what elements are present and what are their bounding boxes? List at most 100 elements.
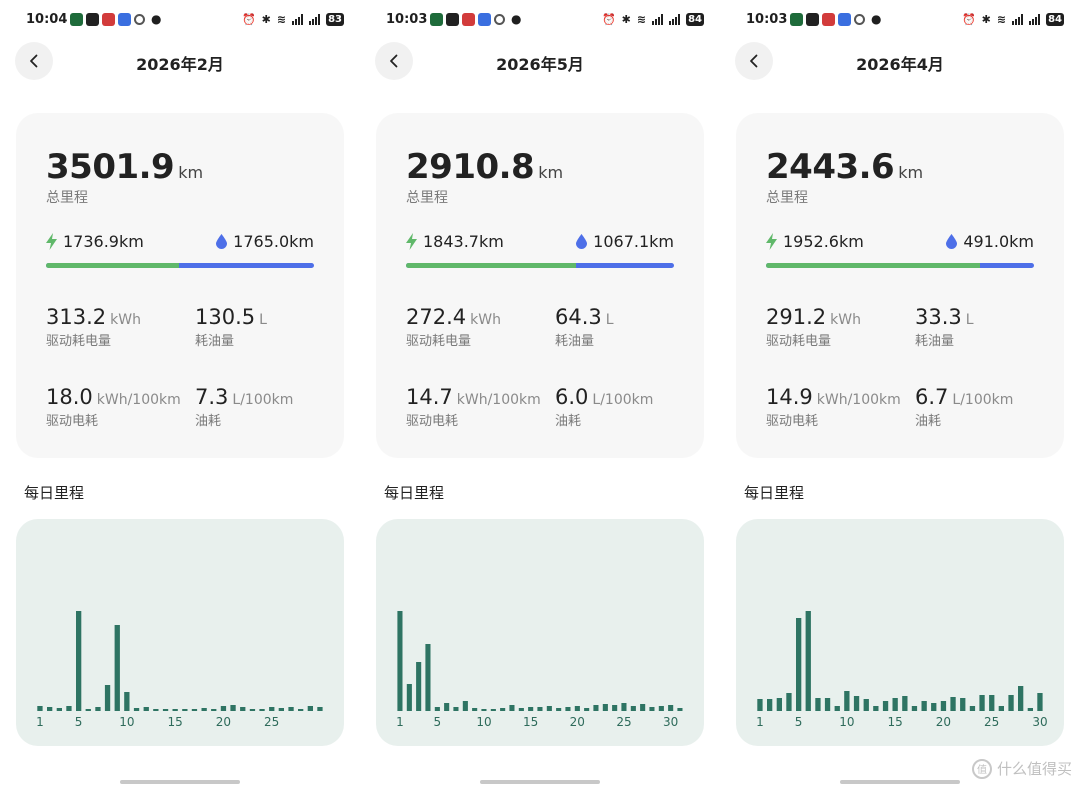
daily-mileage-bar[interactable] [191, 709, 198, 711]
daily-mileage-bar[interactable] [104, 685, 111, 711]
daily-mileage-bar[interactable] [397, 611, 403, 711]
daily-mileage-bar[interactable] [979, 695, 985, 711]
daily-mileage-bar[interactable] [767, 699, 773, 711]
daily-mileage-bar[interactable] [153, 709, 159, 711]
daily-mileage-bar[interactable] [640, 704, 646, 711]
metric-electricity-consumed: 313.2 kWh 驱动耗电量 [46, 305, 141, 349]
daily-mileage-bar[interactable] [882, 701, 889, 711]
home-indicator[interactable] [840, 780, 960, 784]
daily-mileage-bar[interactable] [143, 707, 149, 711]
daily-mileage-bar[interactable] [453, 707, 459, 711]
daily-mileage-bar[interactable] [288, 707, 294, 711]
daily-mileage-bar[interactable] [124, 692, 130, 711]
daily-mileage-bar[interactable] [537, 707, 543, 711]
notification-icons [430, 12, 505, 26]
daily-mileage-bar[interactable] [565, 707, 571, 711]
daily-mileage-bar[interactable] [47, 707, 53, 711]
daily-mileage-bar[interactable] [556, 708, 562, 711]
daily-mileage-bar[interactable] [574, 706, 580, 711]
daily-mileage-bar[interactable] [162, 709, 169, 711]
daily-mileage-bar[interactable] [201, 708, 207, 711]
daily-mileage-bar[interactable] [649, 707, 655, 711]
daily-mileage-bar[interactable] [85, 709, 91, 711]
daily-mileage-bar[interactable] [56, 708, 62, 711]
daily-mileage-bar[interactable] [776, 698, 782, 711]
daily-mileage-bar[interactable] [220, 706, 227, 711]
daily-mileage-bar[interactable] [621, 703, 627, 711]
page-title[interactable]: 2026年5月 [360, 51, 720, 75]
daily-mileage-bar[interactable] [863, 699, 869, 711]
page-title[interactable]: 2026年4月 [720, 51, 1080, 75]
daily-mileage-bar[interactable] [834, 706, 840, 711]
daily-mileage-bar[interactable] [114, 625, 120, 711]
daily-mileage-bar[interactable] [921, 701, 927, 711]
daily-mileage-bar[interactable] [1008, 695, 1014, 711]
daily-mileage-bar[interactable] [630, 706, 636, 711]
daily-mileage-bar[interactable] [172, 709, 178, 711]
daily-mileage-bar[interactable] [66, 706, 72, 711]
daily-mileage-bar[interactable] [668, 705, 674, 711]
daily-mileage-bar[interactable] [658, 706, 664, 711]
daily-mileage-bar[interactable] [518, 708, 524, 711]
daily-mileage-bar[interactable] [911, 706, 918, 711]
daily-mileage-bar[interactable] [509, 705, 515, 711]
daily-mileage-bar[interactable] [824, 698, 831, 711]
daily-mileage-bar[interactable] [240, 707, 246, 711]
daily-mileage-bar[interactable] [1018, 686, 1024, 711]
daily-mileage-bar[interactable] [490, 709, 496, 711]
daily-mileage-bar[interactable] [259, 709, 265, 711]
daily-mileage-bar[interactable] [873, 706, 879, 711]
daily-mileage-bar[interactable] [969, 706, 976, 711]
page-title[interactable]: 2026年2月 [0, 51, 360, 75]
daily-mileage-bar[interactable] [1027, 708, 1033, 711]
daily-mileage-bar[interactable] [786, 693, 792, 711]
daily-mileage-bar[interactable] [950, 697, 956, 711]
daily-mileage-bar[interactable] [940, 701, 947, 711]
daily-mileage-bar[interactable] [481, 709, 487, 711]
daily-mileage-bar[interactable] [998, 706, 1004, 711]
daily-mileage-bar[interactable] [584, 708, 590, 711]
daily-mileage-bar[interactable] [298, 709, 304, 711]
daily-mileage-bar[interactable] [317, 707, 323, 711]
daily-mileage-bar[interactable] [425, 644, 431, 711]
home-indicator[interactable] [480, 780, 600, 784]
daily-mileage-bar[interactable] [37, 706, 43, 711]
daily-mileage-bar[interactable] [815, 698, 821, 711]
daily-mileage-bar[interactable] [76, 611, 82, 711]
daily-mileage-bar[interactable] [444, 703, 450, 711]
daily-mileage-bar[interactable] [989, 695, 995, 711]
daily-mileage-bar[interactable] [805, 611, 811, 711]
daily-mileage-bar[interactable] [278, 708, 284, 711]
daily-mileage-bar[interactable] [844, 691, 850, 711]
daily-mileage-bar[interactable] [546, 706, 552, 711]
daily-mileage-bar[interactable] [434, 707, 440, 711]
daily-mileage-bar[interactable] [612, 705, 618, 711]
daily-mileage-bar[interactable] [269, 707, 275, 711]
daily-mileage-bar[interactable] [500, 708, 506, 711]
daily-mileage-bar[interactable] [796, 618, 802, 711]
daily-mileage-bar[interactable] [211, 709, 217, 711]
daily-mileage-bar[interactable] [528, 707, 534, 711]
daily-mileage-bar[interactable] [307, 706, 313, 711]
daily-mileage-bar[interactable] [416, 662, 422, 711]
daily-mileage-bar[interactable] [472, 708, 478, 711]
daily-mileage-bar[interactable] [853, 696, 860, 711]
daily-mileage-bar[interactable] [230, 705, 236, 711]
daily-mileage-bar[interactable] [1037, 693, 1043, 711]
electric-mileage-value: 1843.7km [423, 232, 504, 251]
daily-mileage-bar[interactable] [249, 709, 256, 711]
daily-mileage-bar[interactable] [133, 708, 140, 711]
daily-mileage-bar[interactable] [960, 698, 966, 711]
daily-mileage-bar[interactable] [902, 696, 908, 711]
daily-mileage-bar[interactable] [757, 699, 763, 711]
daily-mileage-bar[interactable] [462, 701, 468, 711]
daily-mileage-bar[interactable] [931, 703, 937, 711]
daily-mileage-bar[interactable] [406, 684, 412, 711]
daily-mileage-bar[interactable] [677, 708, 683, 711]
daily-mileage-bar[interactable] [593, 705, 599, 711]
daily-mileage-bar[interactable] [182, 709, 188, 711]
daily-mileage-bar[interactable] [892, 698, 898, 711]
daily-mileage-bar[interactable] [95, 707, 101, 711]
daily-mileage-bar[interactable] [602, 704, 608, 711]
home-indicator[interactable] [120, 780, 240, 784]
